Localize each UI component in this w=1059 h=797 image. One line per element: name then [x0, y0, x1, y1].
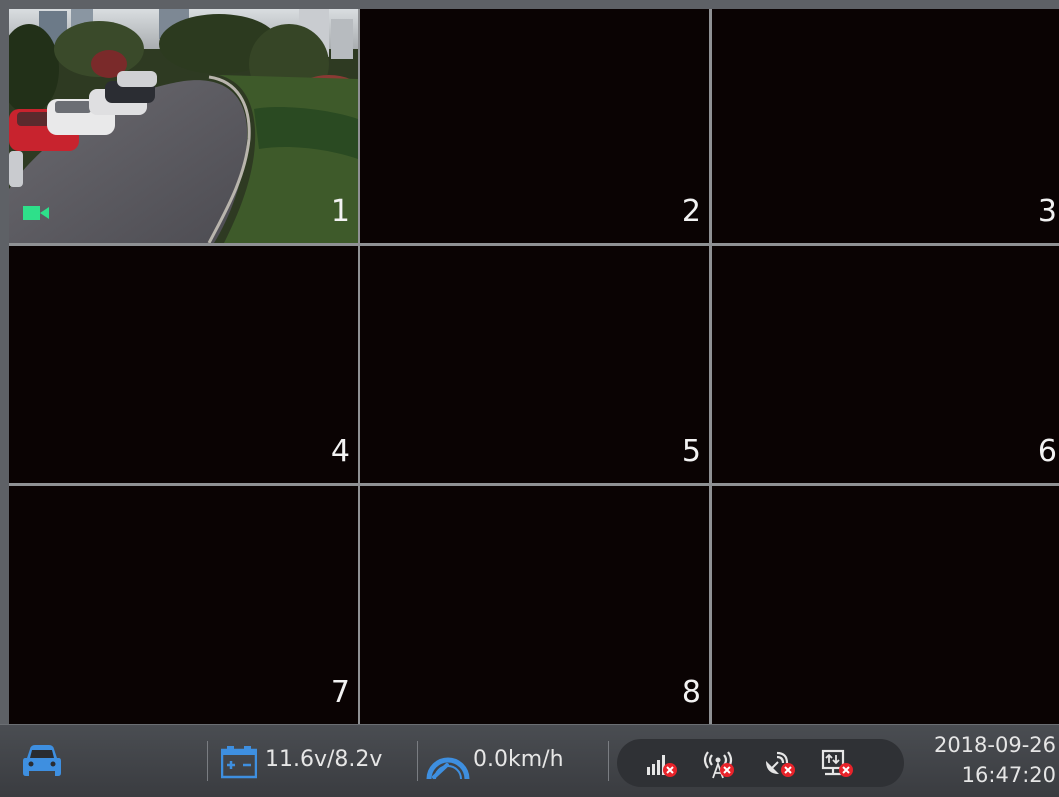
channel-number: 1 [330, 194, 350, 229]
video-camera-icon [23, 206, 49, 220]
camera-cell-7[interactable]: 7 [9, 486, 358, 724]
time-display: 16:47:20 [961, 763, 1056, 787]
date-display: 2018-09-26 [933, 733, 1056, 757]
cellular-signal-icon[interactable] [645, 749, 679, 779]
connection-status-panel [617, 739, 904, 787]
voltage-readout: 11.6v/8.2v [265, 747, 383, 772]
camera-cell-3[interactable]: 3 [712, 9, 1059, 243]
channel-number: 6 [1037, 434, 1057, 469]
channel-number: 2 [681, 194, 701, 229]
divider [207, 741, 208, 781]
camera-cell-4[interactable]: 4 [9, 246, 358, 483]
camera-cell-9[interactable] [712, 486, 1059, 724]
camera-cell-8[interactable]: 8 [360, 486, 709, 724]
channel-number: 4 [330, 434, 350, 469]
channel-number: 5 [681, 434, 701, 469]
satellite-gps-icon[interactable] [763, 749, 797, 779]
status-bar: 11.6v/8.2v 0.0km/h 2018-09-26 16:47:20 [0, 724, 1059, 797]
camera-cell-2[interactable]: 2 [360, 9, 709, 243]
channel-number: 3 [1037, 194, 1057, 229]
speedometer-icon [426, 757, 470, 780]
camera-cell-5[interactable]: 5 [360, 246, 709, 483]
divider [608, 741, 609, 781]
battery-icon [221, 746, 257, 779]
server-connection-icon[interactable] [821, 749, 855, 779]
camera-cell-6[interactable]: 6 [712, 246, 1059, 483]
car-icon[interactable] [22, 743, 62, 779]
wifi-ap-icon[interactable] [701, 749, 735, 779]
camera-cell-1[interactable]: 1 [9, 9, 358, 243]
camera-feed-image [9, 9, 358, 243]
camera-grid: 1 2 3 4 5 6 7 8 [9, 9, 1059, 724]
channel-number: 8 [681, 675, 701, 710]
speed-readout: 0.0km/h [473, 747, 564, 772]
channel-number: 7 [330, 675, 350, 710]
divider [417, 741, 418, 781]
